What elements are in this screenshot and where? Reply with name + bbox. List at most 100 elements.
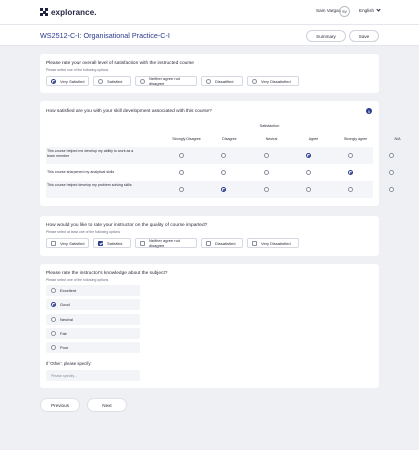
matrix-radio-selected[interactable] (305, 153, 311, 158)
question-text: Please rate the instructor's knowledge a… (46, 271, 168, 276)
matrix-radio[interactable] (347, 153, 353, 158)
column-header: Neutral (265, 137, 278, 141)
option-label: Good (60, 302, 70, 307)
info-icon[interactable]: i (366, 108, 372, 114)
next-button[interactable]: Next (87, 398, 127, 412)
option-poor[interactable]: Poor (46, 342, 140, 353)
option-label: Very Dissatisfied (261, 78, 291, 84)
question-card-overall-satisfaction: Please rate your overall level of satisf… (40, 54, 379, 93)
checkbox[interactable] (252, 240, 257, 246)
matrix-radio[interactable] (220, 170, 226, 175)
previous-button[interactable]: Previous (40, 398, 80, 412)
column-header: Agree (308, 137, 319, 141)
question-hint: Please select one of the following optio… (46, 68, 109, 72)
radio-selected[interactable] (51, 302, 56, 307)
question-card-instructor-quality: How would you like to rate your instruct… (40, 216, 379, 256)
checkbox-checked[interactable] (98, 240, 103, 246)
matrix-radio[interactable] (263, 153, 269, 158)
radio[interactable] (51, 288, 56, 293)
matrix-radio[interactable] (305, 170, 311, 175)
radio[interactable] (206, 78, 211, 84)
summary-button[interactable]: Summary (306, 30, 346, 42)
language-label: English (359, 8, 375, 13)
specify-input[interactable] (46, 370, 140, 381)
brand-name: explorance. (51, 7, 97, 17)
matrix-radio[interactable] (178, 170, 184, 175)
checkbox[interactable] (140, 240, 145, 246)
title-bar: WS2512-C-I: Organisational Practice-C-I … (0, 24, 419, 46)
matrix-radio-selected[interactable] (220, 187, 226, 192)
save-button[interactable]: Save (349, 30, 379, 42)
option-label: Very Satisfied (60, 78, 85, 84)
question-hint: Please select one of the following optio… (46, 278, 109, 282)
row-label: This course helped me develop my ability… (47, 149, 134, 158)
matrix-row: This course helped me develop my ability… (46, 147, 394, 164)
option-neither[interactable]: Neither agree not disagree (135, 238, 197, 248)
user-name: Sam Vargas (316, 8, 341, 13)
question-text: How satisfied are you with your skill de… (46, 109, 212, 114)
checkbox[interactable] (206, 240, 211, 246)
radio[interactable] (51, 317, 56, 322)
radio[interactable] (51, 345, 56, 350)
option-dissatisfied[interactable]: Dissatisfied (201, 238, 243, 248)
matrix-radio[interactable] (263, 170, 269, 175)
avatar[interactable]: SV (339, 6, 350, 17)
option-good[interactable]: Good (46, 299, 140, 310)
option-satisfied[interactable]: Satisfied (93, 76, 131, 86)
option-very-dissatisfied[interactable]: Very Dissatisfied (247, 238, 299, 248)
matrix-radio[interactable] (220, 153, 226, 158)
column-header: Disagree (222, 137, 237, 141)
option-label: Very Satisfied (60, 240, 85, 246)
column-header: N/A (394, 137, 401, 141)
option-label: Neither agree not disagree (149, 76, 180, 86)
option-label: Satisfied (107, 240, 123, 246)
radio-selected[interactable] (51, 78, 56, 84)
option-dissatisfied[interactable]: Dissatified (201, 76, 243, 86)
question-card-skill-development: How satisfied are you with your skill de… (40, 101, 401, 206)
matrix-radio[interactable] (178, 153, 184, 158)
option-label: Excellent (60, 288, 77, 293)
option-label: Neither agree not disagree (149, 238, 180, 248)
radio[interactable] (140, 78, 145, 84)
matrix-radio[interactable] (263, 187, 269, 192)
top-bar: explorance. Sam Vargas SV English (0, 0, 419, 24)
question-text: Please rate your overall level of satisf… (46, 61, 194, 66)
matrix-group-header: Satisfaction (259, 124, 280, 128)
language-selector[interactable]: English (359, 7, 381, 13)
explorance-logo[interactable]: explorance. (40, 7, 97, 17)
matrix-radio[interactable] (388, 170, 394, 175)
matrix-radio[interactable] (388, 153, 394, 158)
option-label: Very Dissatisfied (261, 240, 291, 246)
matrix-radio-selected[interactable] (347, 170, 353, 175)
option-neither[interactable]: Neither agree not disagree (135, 76, 197, 86)
specify-label: If 'Other', please specify: (46, 361, 92, 366)
option-fair[interactable]: Fair (46, 328, 140, 339)
option-label: Fair (60, 331, 67, 336)
row-label: This course helped develop my problem so… (47, 183, 132, 187)
matrix-radio[interactable] (388, 187, 394, 192)
option-label: Dissatified (215, 78, 234, 84)
option-satisfied[interactable]: Satisfied (93, 238, 131, 248)
logo-mark-icon (40, 8, 48, 16)
question-text: How would you like to rate your instruct… (46, 223, 208, 228)
option-label: Satisfied (107, 78, 123, 84)
radio[interactable] (51, 331, 56, 336)
column-header: Strongly agree (343, 137, 368, 141)
question-card-instructor-knowledge: Please rate the instructor's knowledge a… (40, 264, 379, 388)
matrix-radio[interactable] (305, 187, 311, 192)
option-excellent[interactable]: Excellent (46, 285, 140, 296)
radio[interactable] (252, 78, 257, 84)
option-label: Dissatisfied (215, 240, 236, 246)
row-label: This course sharpened my analytical skil… (47, 170, 115, 174)
column-header: Strongly Disagree (172, 137, 201, 141)
option-very-satisfied[interactable]: Very Satisfied (46, 238, 89, 248)
option-neutral[interactable]: Neutral (46, 314, 140, 325)
option-very-dissatisfied[interactable]: Very Dissatisfied (247, 76, 299, 86)
matrix-radio[interactable] (178, 187, 184, 192)
radio[interactable] (98, 78, 103, 84)
checkbox[interactable] (51, 240, 56, 246)
question-hint: Please select at least one of the follow… (46, 230, 121, 234)
option-very-satisfied[interactable]: Very Satisfied (46, 76, 89, 86)
matrix-radio[interactable] (347, 187, 353, 192)
page-title: WS2512-C-I: Organisational Practice-C-I (40, 31, 170, 40)
